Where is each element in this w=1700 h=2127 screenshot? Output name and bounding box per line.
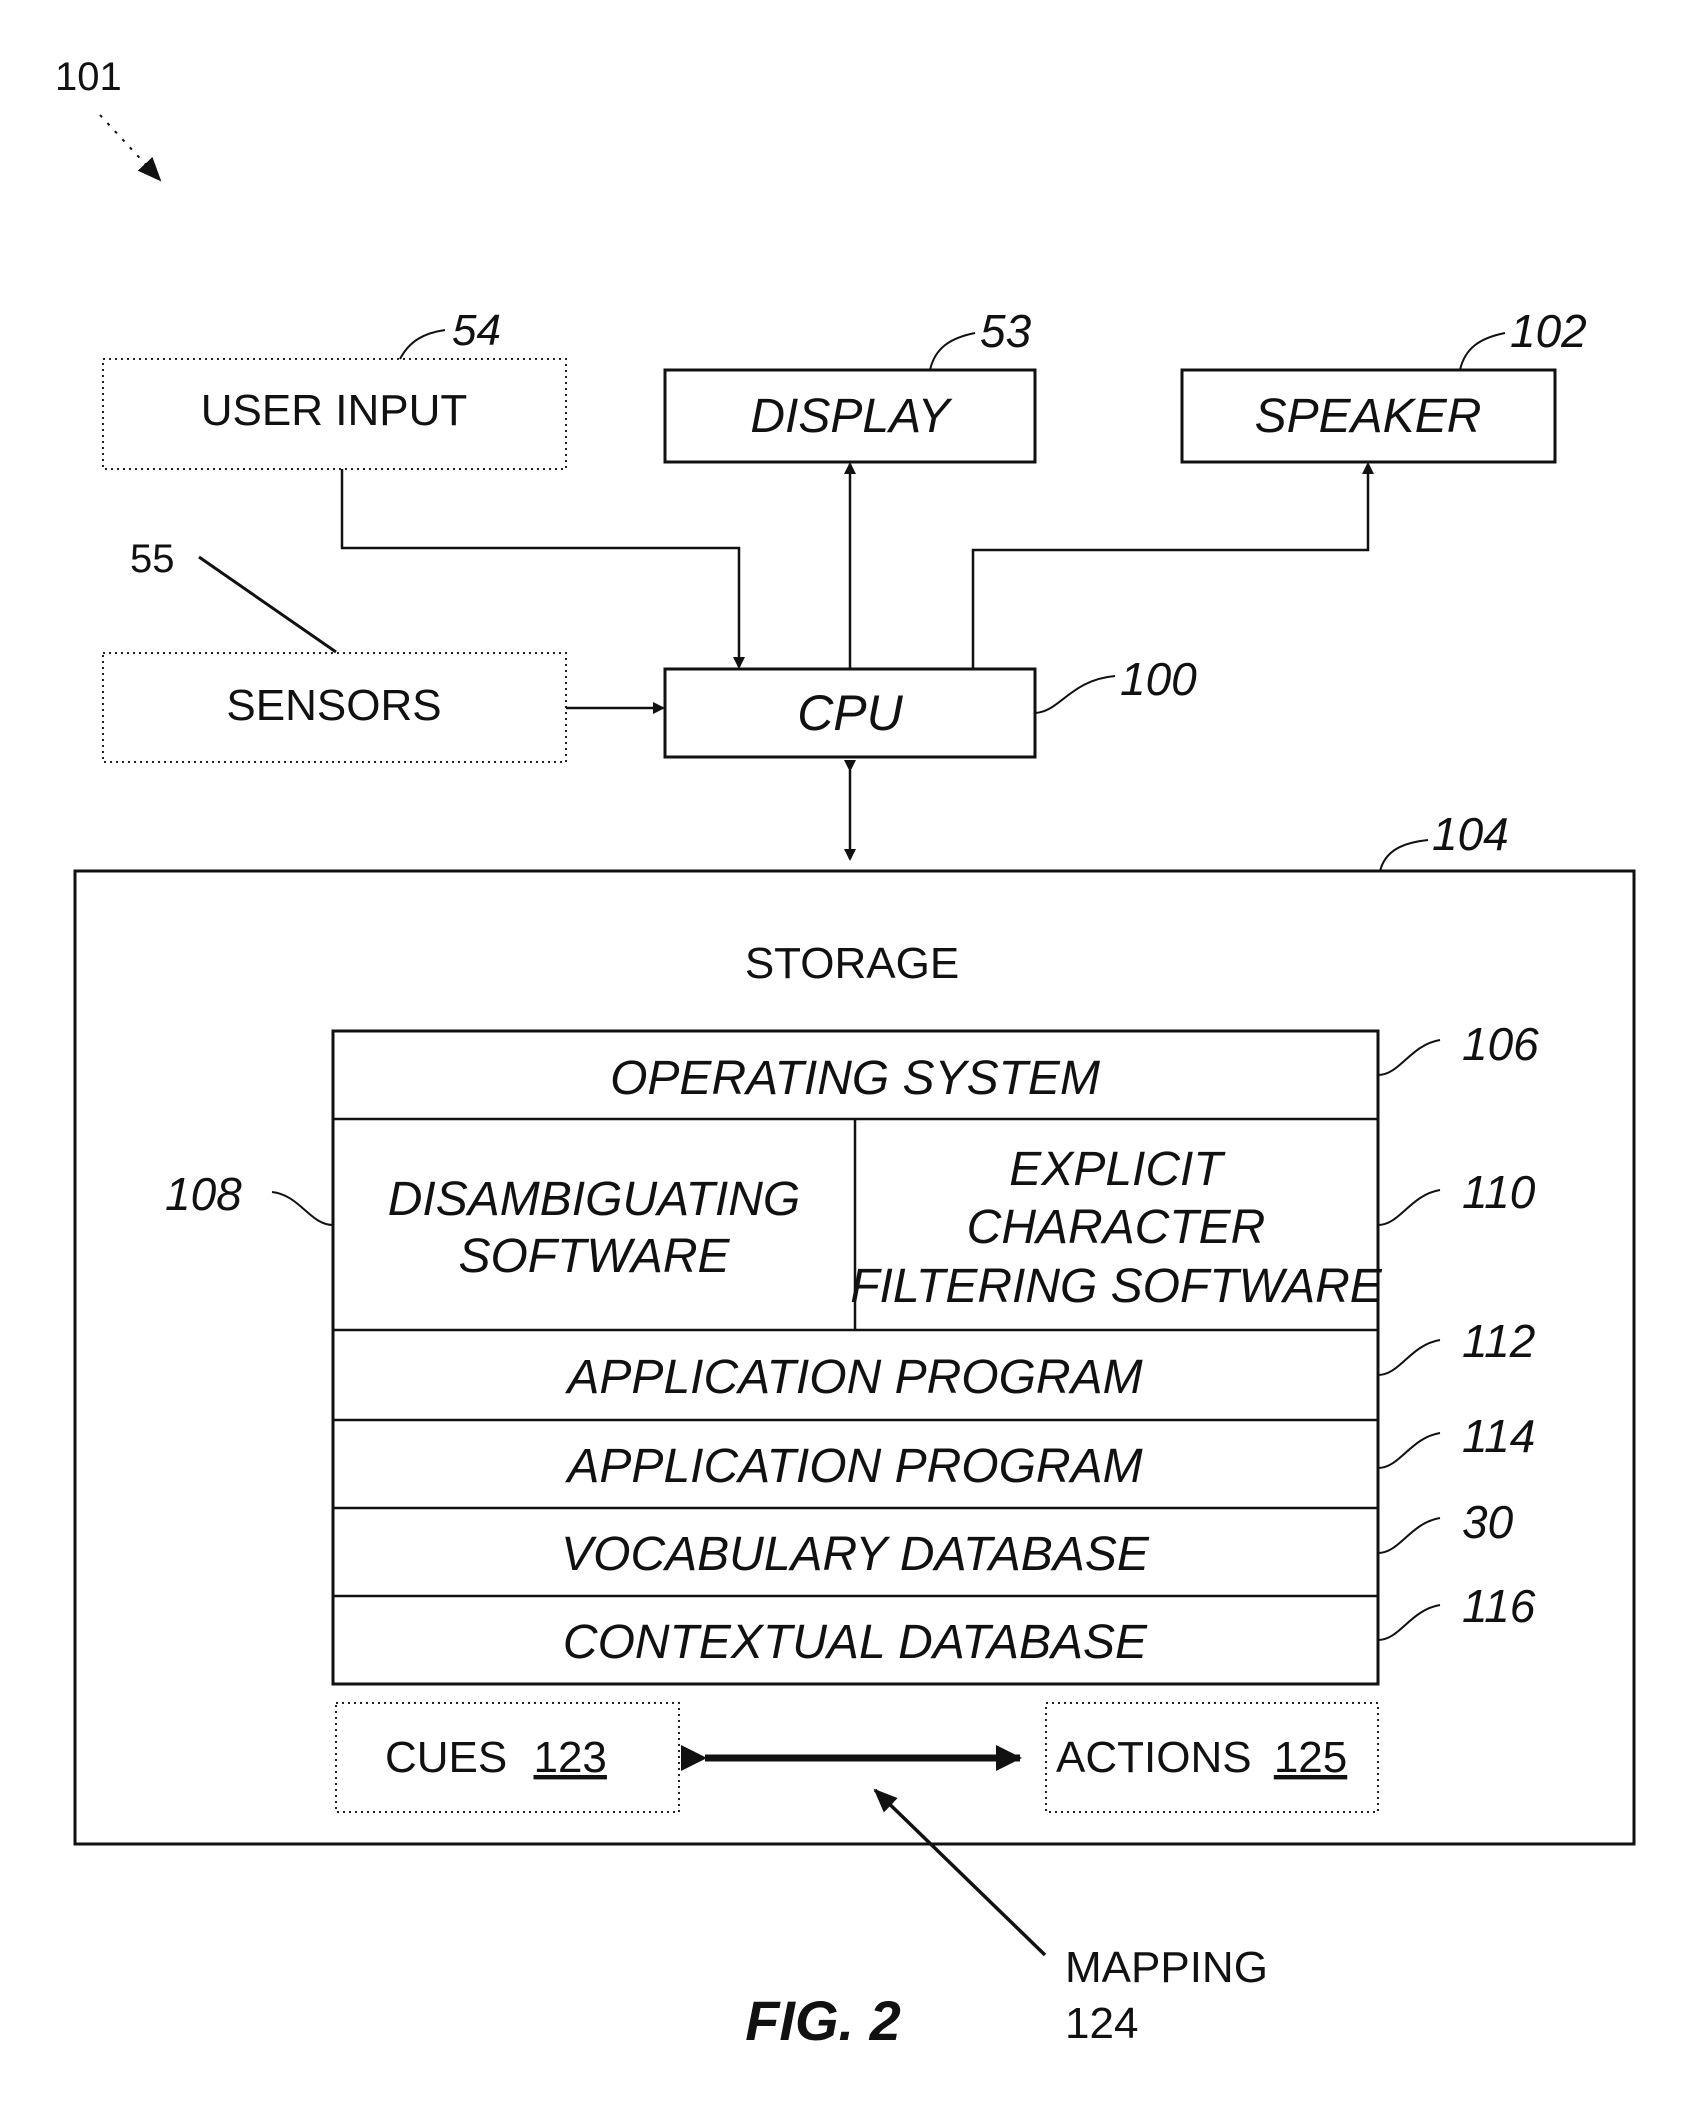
display-label: DISPLAY — [750, 390, 952, 443]
user-input-leader — [399, 329, 446, 360]
cues-block: CUES 123 — [335, 1702, 680, 1813]
disambiguating-line1: DISAMBIGUATING — [388, 1173, 800, 1226]
speaker-ref: 102 — [1510, 305, 1587, 357]
storage-leader — [1379, 839, 1429, 872]
mapping-ref: 124 — [1065, 1999, 1138, 2048]
sensors-ref: 55 — [130, 537, 175, 581]
display-block: DISPLAY 53 — [663, 305, 1037, 464]
app-program-2-label: APPLICATION PROGRAM — [564, 1440, 1142, 1493]
explicit-line2: CHARACTER — [967, 1201, 1266, 1254]
speaker-label: SPEAKER — [1255, 390, 1482, 443]
user-input-ref: 54 — [452, 306, 501, 355]
vocabulary-database-ref: 30 — [1462, 1496, 1514, 1548]
display-leader — [929, 332, 976, 371]
display-ref: 53 — [980, 305, 1032, 357]
figure-ref-label: 101 — [55, 55, 122, 99]
contextual-database-label: CONTEXTUAL DATABASE — [563, 1616, 1148, 1669]
sensors-leader — [198, 555, 337, 654]
app-program-1-ref: 112 — [1462, 1315, 1535, 1367]
disambiguating-ref: 108 — [165, 1168, 242, 1220]
actions-label: ACTIONS — [1056, 1733, 1252, 1782]
user-input-label: USER INPUT — [201, 386, 467, 435]
cpu-ref: 100 — [1120, 653, 1197, 705]
app-program-1-label: APPLICATION PROGRAM — [564, 1351, 1142, 1404]
block-diagram: 101 USER INPUT 54 SENSORS 55 DISPLAY 53 … — [55, 55, 1636, 2052]
cpu-block: CPU 100 — [663, 653, 1197, 759]
storage-stack: OPERATING SYSTEM DISAMBIGUATING SOFTWARE… — [331, 1029, 1383, 1686]
storage-ref: 104 — [1432, 808, 1509, 860]
actions-ref: 125 — [1274, 1733, 1347, 1782]
cpu-leader — [1034, 675, 1116, 714]
cpu-label: CPU — [797, 685, 903, 741]
operating-system-ref: 106 — [1462, 1018, 1539, 1070]
mapping-label: MAPPING — [1065, 1943, 1268, 1992]
sensors-block: SENSORS 55 — [102, 537, 567, 763]
app-program-2-ref: 114 — [1462, 1410, 1535, 1462]
speaker-leader — [1459, 332, 1506, 371]
user-input-block: USER INPUT 54 — [102, 306, 567, 470]
storage-label: STORAGE — [745, 939, 959, 988]
user-input-to-cpu-arrow — [340, 469, 745, 669]
cpu-to-speaker-arrow — [971, 462, 1374, 669]
actions-block: ACTIONS 125 — [1045, 1702, 1379, 1813]
contextual-database-ref: 116 — [1462, 1580, 1536, 1632]
cues-ref: 123 — [533, 1733, 606, 1782]
operating-system-label: OPERATING SYSTEM — [610, 1052, 1100, 1105]
disambiguating-line2: SOFTWARE — [458, 1230, 730, 1283]
speaker-block: SPEAKER 102 — [1180, 305, 1587, 464]
explicit-line3: FILTERING SOFTWARE — [850, 1260, 1383, 1313]
figure-caption: FIG. 2 — [745, 1989, 901, 2052]
sensors-label: SENSORS — [226, 681, 441, 730]
cues-label: CUES — [385, 1733, 507, 1782]
figure-ref-arrow — [99, 114, 162, 182]
explicit-line1: EXPLICIT — [1009, 1143, 1226, 1196]
explicit-ref: 110 — [1462, 1166, 1536, 1218]
cues-text: CUES 123 — [385, 1733, 607, 1782]
actions-text: ACTIONS 125 — [1056, 1733, 1347, 1782]
vocabulary-database-label: VOCABULARY DATABASE — [561, 1528, 1150, 1581]
